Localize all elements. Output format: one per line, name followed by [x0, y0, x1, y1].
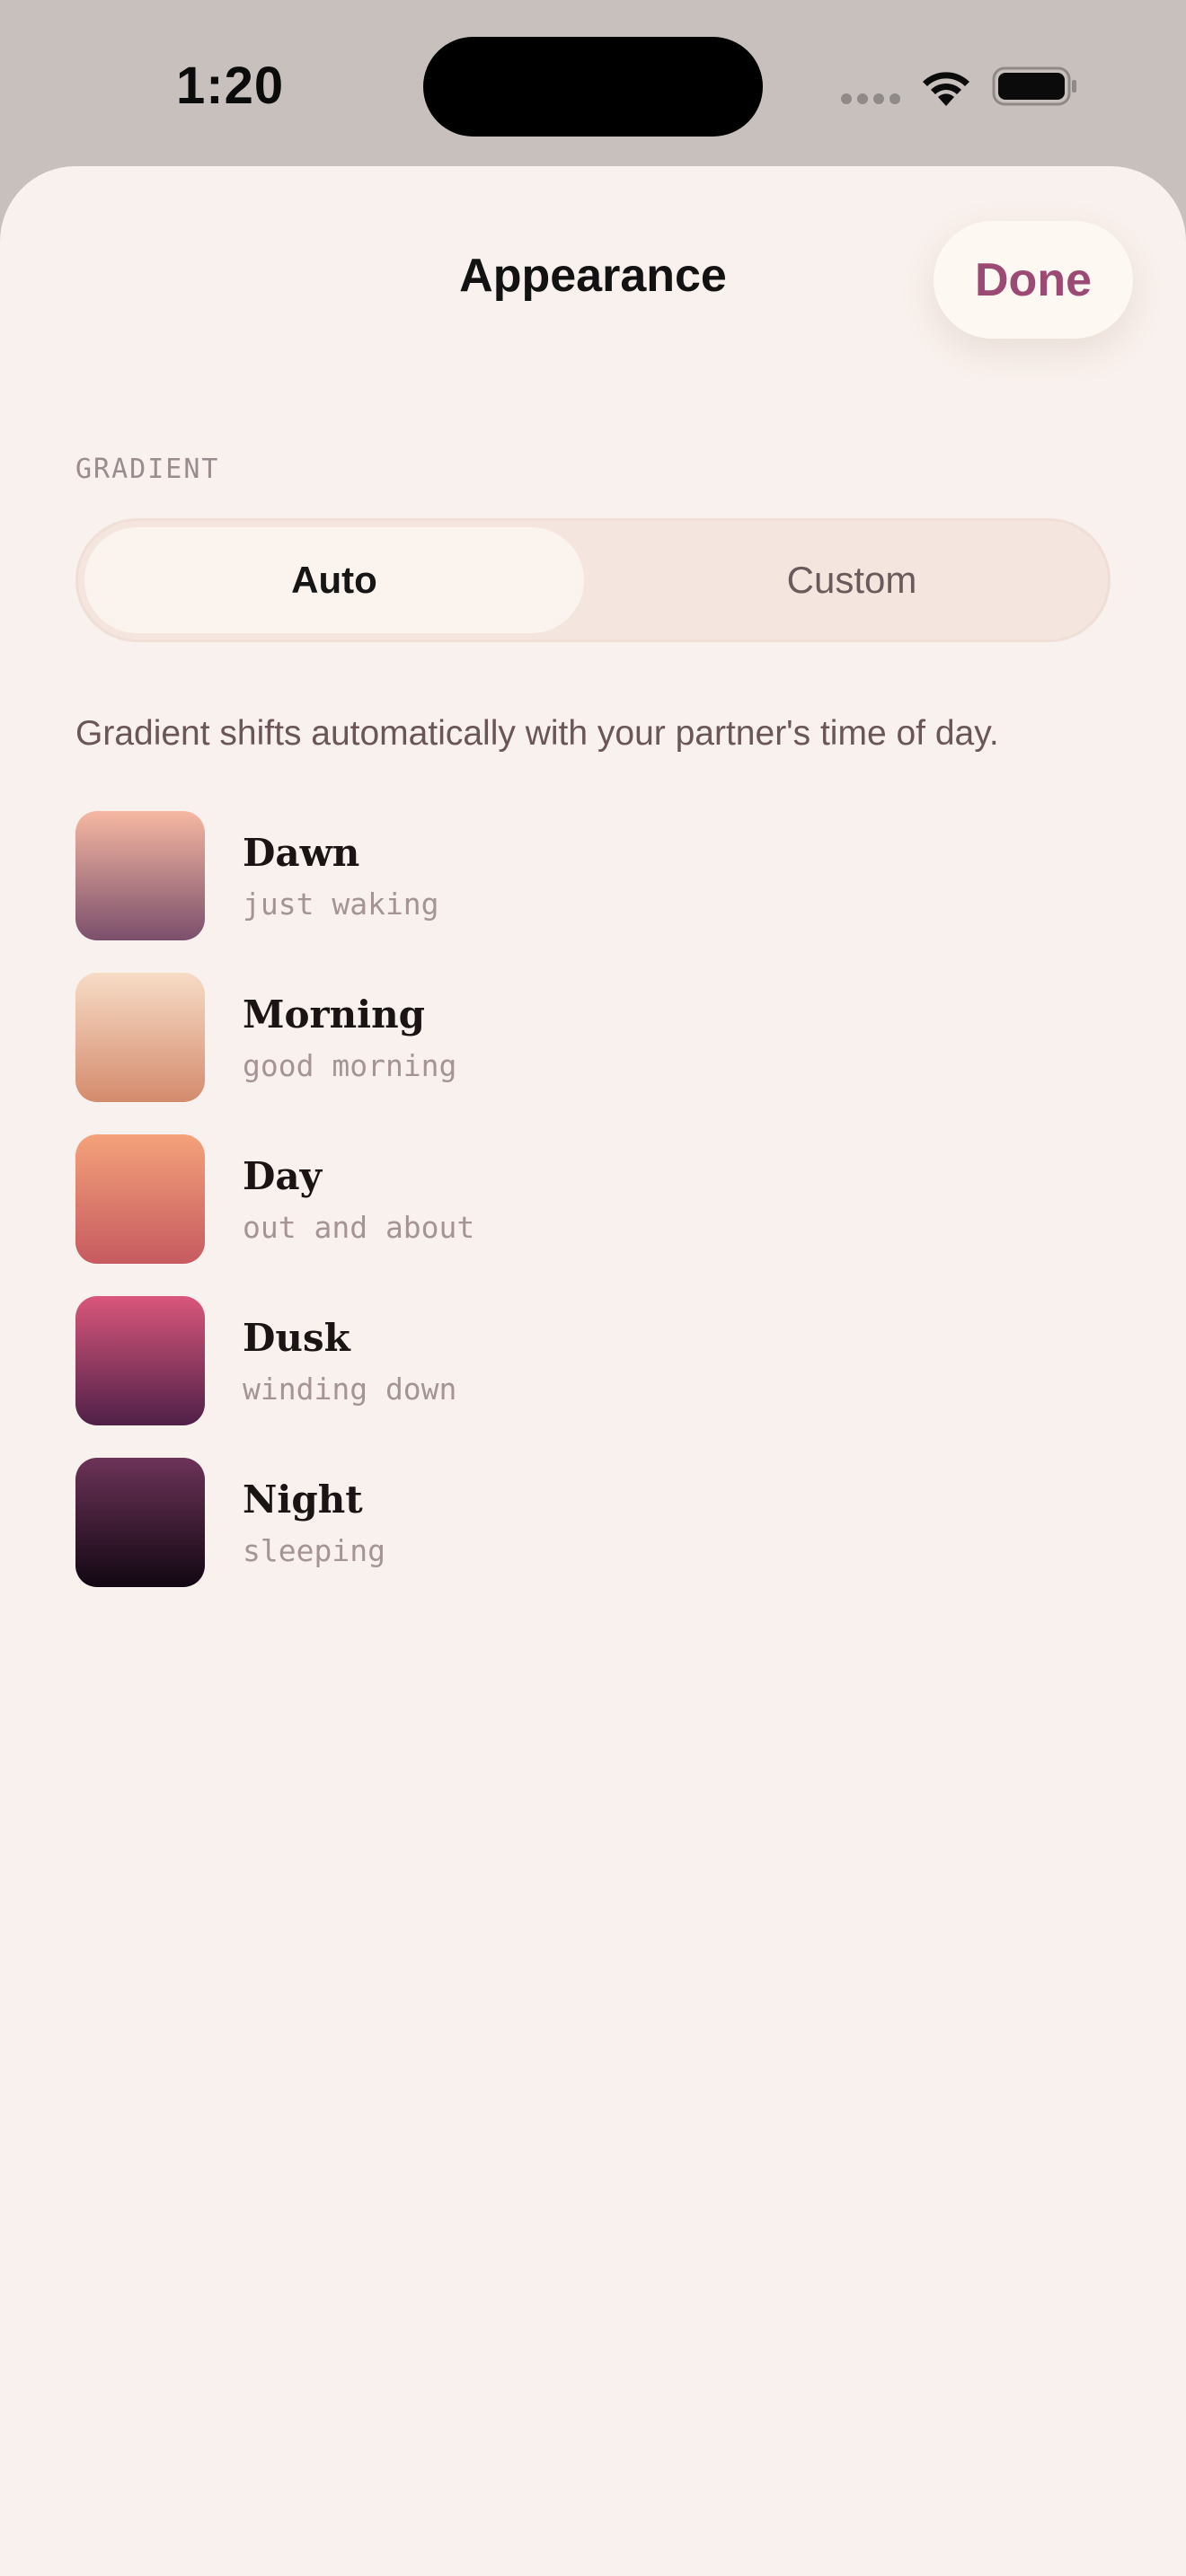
item-name: Dusk [243, 1316, 350, 1360]
segment-custom[interactable]: Custom [593, 518, 1111, 642]
done-button[interactable]: Done [934, 221, 1133, 339]
gradient-mode-segmented-control: Auto Custom [75, 518, 1111, 642]
list-item-dusk: Dusk winding down [75, 1296, 1111, 1427]
item-name: Dawn [243, 831, 360, 875]
item-subtitle: sleeping [243, 1533, 385, 1568]
gradient-section-label: GRADIENT [75, 454, 220, 485]
list-item-morning: Morning good morning [75, 973, 1111, 1104]
status-time: 1:20 [176, 57, 285, 115]
battery-icon [992, 66, 1076, 106]
gradient-swatch [75, 1296, 205, 1425]
item-subtitle: winding down [243, 1372, 457, 1407]
segment-auto[interactable]: Auto [84, 527, 584, 633]
gradient-description: Gradient shifts automatically with your … [75, 714, 999, 753]
item-name: Day [243, 1154, 323, 1198]
wifi-icon [923, 72, 969, 106]
gradient-swatch [75, 811, 205, 940]
status-bar: 1:20 [0, 0, 1186, 171]
list-item-day: Day out and about [75, 1134, 1111, 1266]
list-item-dawn: Dawn just waking [75, 811, 1111, 942]
cellular-signal-icon [841, 93, 902, 106]
dynamic-island [423, 37, 763, 137]
item-name: Morning [243, 992, 426, 1037]
item-subtitle: good morning [243, 1048, 457, 1083]
item-subtitle: out and about [243, 1210, 475, 1245]
item-subtitle: just waking [243, 887, 439, 922]
list-item-night: Night sleeping [75, 1458, 1111, 1589]
gradient-swatch [75, 1458, 205, 1587]
appearance-sheet: Appearance Done GRADIENT Auto Custom Gra… [0, 166, 1186, 2576]
item-name: Night [243, 1478, 363, 1522]
gradient-swatch [75, 973, 205, 1102]
gradient-swatch [75, 1134, 205, 1264]
